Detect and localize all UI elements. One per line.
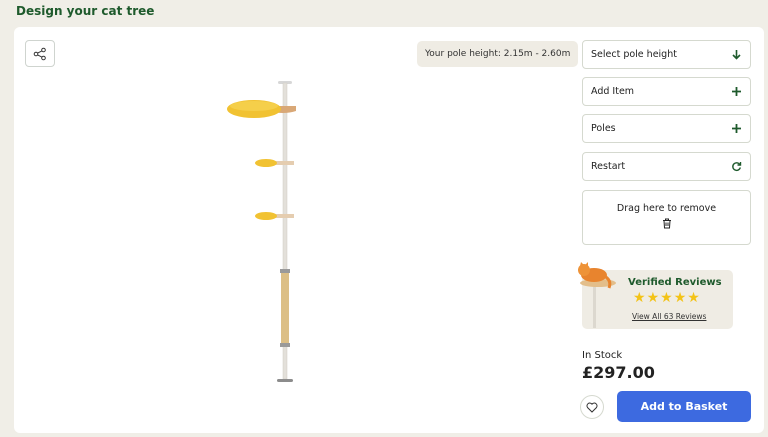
scratch-post-cap-bottom [280, 343, 290, 347]
add-to-basket-button[interactable]: Add to Basket [617, 391, 751, 422]
scratch-post-cap-top [280, 269, 290, 273]
add-item-label: Add Item [591, 86, 635, 97]
step-2 [255, 212, 277, 220]
add-item-button[interactable]: Add Item [582, 77, 751, 106]
configurator-card: Your pole height: 2.15m - 2.60m Select p… [14, 27, 764, 433]
rating-stars: ★ ★ ★ ★ ★ [633, 291, 700, 305]
scratch-post [281, 273, 289, 343]
heart-icon [586, 402, 598, 413]
star-icon: ★ [673, 290, 687, 306]
page-title: Design your cat tree [16, 4, 155, 18]
verified-reviews-card: Verified Reviews ★ ★ ★ ★ ★ View All 63 R… [578, 262, 733, 329]
arrow-down-icon [731, 49, 742, 60]
trash-icon [662, 218, 672, 232]
star-icon: ★ [687, 290, 700, 306]
cat-tree-preview[interactable] [214, 73, 334, 393]
restart-label: Restart [591, 161, 626, 172]
favorite-button[interactable] [580, 395, 604, 419]
poles-label: Poles [591, 123, 616, 134]
view-all-reviews-link[interactable]: View All 63 Reviews [632, 312, 706, 321]
select-pole-height-label: Select pole height [591, 49, 677, 60]
step-1 [255, 159, 277, 167]
plus-icon [731, 123, 742, 134]
star-icon: ★ [646, 290, 660, 306]
reviews-title: Verified Reviews [628, 277, 722, 288]
bed-platform-top [230, 101, 278, 111]
poles-button[interactable]: Poles [582, 114, 751, 143]
pole-foot [277, 379, 293, 382]
restart-button[interactable]: Restart [582, 152, 751, 181]
star-icon: ★ [633, 290, 646, 306]
share-button[interactable] [25, 40, 55, 67]
share-icon [33, 47, 46, 60]
select-pole-height-button[interactable]: Select pole height [582, 40, 751, 69]
remove-drop-zone-label: Drag here to remove [616, 203, 717, 214]
stock-status: In Stock [582, 350, 623, 361]
pole-height-badge: Your pole height: 2.15m - 2.60m [417, 41, 579, 67]
remove-drop-zone[interactable]: Drag here to remove [582, 190, 751, 245]
refresh-icon [731, 161, 742, 172]
price: £297.00 [582, 363, 655, 382]
plus-icon [731, 86, 742, 97]
cat-on-platform-image [578, 262, 616, 328]
star-icon: ★ [660, 290, 673, 306]
